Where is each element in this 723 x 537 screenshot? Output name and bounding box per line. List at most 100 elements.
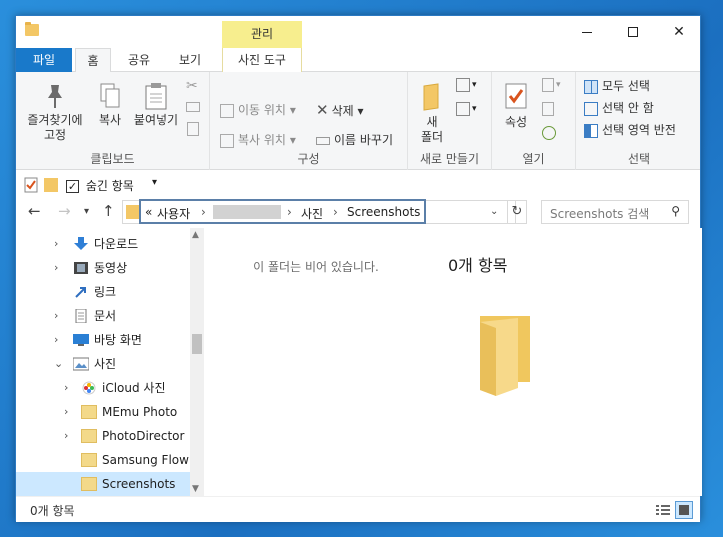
chevron-down-icon[interactable]: ⌄ <box>54 352 63 376</box>
easy-access-icon[interactable] <box>456 102 470 116</box>
open-group-label: 열기 <box>522 152 545 166</box>
hidden-items-checkbox[interactable]: ✓ <box>66 180 79 193</box>
tree-item-videos[interactable]: › 동영상 <box>16 256 204 280</box>
scrollbar-thumb[interactable] <box>192 334 202 354</box>
copy-to-button[interactable]: 복사 위치 ▾ <box>220 130 296 150</box>
paste-button[interactable]: 붙여넣기 <box>130 82 182 128</box>
chevron-right-icon[interactable]: › <box>287 205 292 219</box>
tab-home[interactable]: 홈 <box>75 48 111 73</box>
tree-item-memu-photo[interactable]: › MEmu Photo <box>16 400 204 424</box>
icloud-photos-icon <box>82 381 96 395</box>
breadcrumb-pictures[interactable]: 사진 <box>301 205 323 222</box>
preview-item-count: 0개 항목 <box>448 256 508 275</box>
new-folder-icon[interactable] <box>44 178 58 192</box>
refresh-icon: ↻ <box>511 204 523 219</box>
redacted-username <box>213 205 281 219</box>
chevron-right-icon[interactable]: › <box>54 232 58 256</box>
navigation-pane: › 다운로드 › 동영상 링크 › 문서 › 바탕 화면 ⌄ 사진 › iClo… <box>16 228 204 496</box>
tree-item-links[interactable]: 링크 <box>16 280 204 304</box>
tree-item-icloud-photos[interactable]: › iCloud 사진 <box>16 376 204 400</box>
paste-label: 붙여넣기 <box>133 113 179 127</box>
chevron-right-icon[interactable]: › <box>333 205 338 219</box>
tab-photo-tools[interactable]: 사진 도구 <box>222 48 302 72</box>
breadcrumb-screenshots[interactable]: Screenshots <box>347 205 420 219</box>
hidden-items-toggle[interactable]: ✓ 숨긴 항목 <box>66 177 134 194</box>
chevron-right-icon[interactable]: › <box>201 205 206 219</box>
chevron-right-icon[interactable]: › <box>54 256 58 280</box>
new-item-icon[interactable] <box>456 78 470 92</box>
back-icon[interactable]: ← <box>28 202 41 220</box>
organize-group-label: 구성 <box>297 152 320 166</box>
cut-icon[interactable]: ✂ <box>186 78 198 94</box>
tree-item-screenshots[interactable]: Screenshots <box>16 472 204 496</box>
paste-shortcut-icon[interactable] <box>187 122 199 136</box>
tab-view[interactable]: 보기 <box>168 48 212 72</box>
chevron-right-icon[interactable]: › <box>64 400 68 424</box>
paste-icon <box>145 83 167 110</box>
move-to-label: 이동 위치 <box>238 103 286 117</box>
dropdown-arrow-icon: ▾ <box>357 104 364 118</box>
select-all-button[interactable]: 모두 선택 <box>584 76 650 96</box>
folder-icon <box>81 429 97 443</box>
minimize-button[interactable] <box>564 16 610 48</box>
invert-selection-icon <box>584 123 598 138</box>
copy-to-label: 복사 위치 <box>238 133 286 147</box>
copy-button[interactable]: 복사 <box>90 82 130 128</box>
select-all-icon <box>584 79 598 94</box>
history-icon[interactable] <box>542 126 556 140</box>
tree-item-downloads[interactable]: › 다운로드 <box>16 232 204 256</box>
recent-locations-icon[interactable]: ▾ <box>84 206 89 217</box>
navigation-bar: ← → ▾ ↑ « 사용자 › › 사진 › Screenshots ⌄ ↻ S… <box>16 199 700 228</box>
chevron-right-icon[interactable]: › <box>64 376 68 400</box>
new-folder-button[interactable]: 새 폴더 <box>416 82 448 145</box>
edit-icon[interactable] <box>542 102 554 116</box>
invert-selection-label: 선택 영역 반전 <box>602 123 676 137</box>
move-to-button[interactable]: 이동 위치 ▾ <box>220 100 296 120</box>
pin-to-quick-access-button[interactable]: 즐겨찾기에 고정 <box>22 82 88 143</box>
file-list[interactable]: 이 폴더는 비어 있습니다. <box>206 228 426 496</box>
tree-label: PhotoDirector <box>102 429 185 443</box>
nav-pane-scrollbar[interactable]: ▲ ▼ <box>190 228 204 496</box>
select-none-button[interactable]: 선택 안 함 <box>584 98 654 118</box>
refresh-button[interactable]: ↻ <box>507 200 527 224</box>
delete-button[interactable]: ✕ 삭제 ▾ <box>316 100 364 120</box>
tree-item-documents[interactable]: › 문서 <box>16 304 204 328</box>
maximize-button[interactable] <box>610 16 656 48</box>
large-icons-view-button[interactable] <box>675 501 693 519</box>
tree-label: 바탕 화면 <box>94 333 142 347</box>
chevron-down-icon[interactable]: ▼ <box>192 484 199 494</box>
breadcrumb-users[interactable]: 사용자 <box>157 205 190 222</box>
address-dropdown-icon[interactable]: ⌄ <box>490 206 498 217</box>
dropdown-arrow-icon: ▾ <box>556 80 561 90</box>
tree-item-desktop[interactable]: › 바탕 화면 <box>16 328 204 352</box>
folder-icon <box>81 405 97 419</box>
tree-item-photodirector[interactable]: › PhotoDirector <box>16 424 204 448</box>
close-icon: ✕ <box>673 24 685 40</box>
details-view-icon[interactable] <box>654 501 672 519</box>
properties-icon[interactable] <box>24 177 38 196</box>
new-folder-label: 새 폴더 <box>420 115 444 144</box>
title-bar: 관리 ✕ <box>16 16 700 48</box>
tab-share[interactable]: 공유 <box>117 48 161 72</box>
open-icon[interactable] <box>542 78 554 92</box>
forward-icon[interactable]: → <box>58 202 71 220</box>
chevron-up-icon[interactable]: ▲ <box>192 230 199 240</box>
close-button[interactable]: ✕ <box>656 16 702 48</box>
large-icons-view-icon <box>679 505 689 515</box>
rename-button[interactable]: 이름 바꾸기 <box>316 130 393 150</box>
chevron-right-icon[interactable]: › <box>64 424 68 448</box>
tab-file[interactable]: 파일 <box>16 48 72 72</box>
tree-item-pictures[interactable]: ⌄ 사진 <box>16 352 204 376</box>
tree-item-samsung-flow[interactable]: Samsung Flow <box>16 448 204 472</box>
invert-selection-button[interactable]: 선택 영역 반전 <box>584 120 676 140</box>
properties-icon <box>505 83 527 109</box>
tree-label: 동영상 <box>94 261 128 275</box>
copy-path-icon[interactable] <box>186 102 200 112</box>
chevron-right-icon[interactable]: › <box>54 328 58 352</box>
up-icon[interactable]: ↑ <box>102 202 115 220</box>
chevron-right-icon[interactable]: › <box>54 304 58 328</box>
search-input[interactable]: Screenshots 검색 ⚲ <box>541 200 689 224</box>
breadcrumb-overflow-icon[interactable]: « <box>145 205 152 219</box>
properties-button[interactable]: 속성 <box>500 82 532 130</box>
customize-toolbar-icon[interactable]: ▾ <box>152 177 157 188</box>
